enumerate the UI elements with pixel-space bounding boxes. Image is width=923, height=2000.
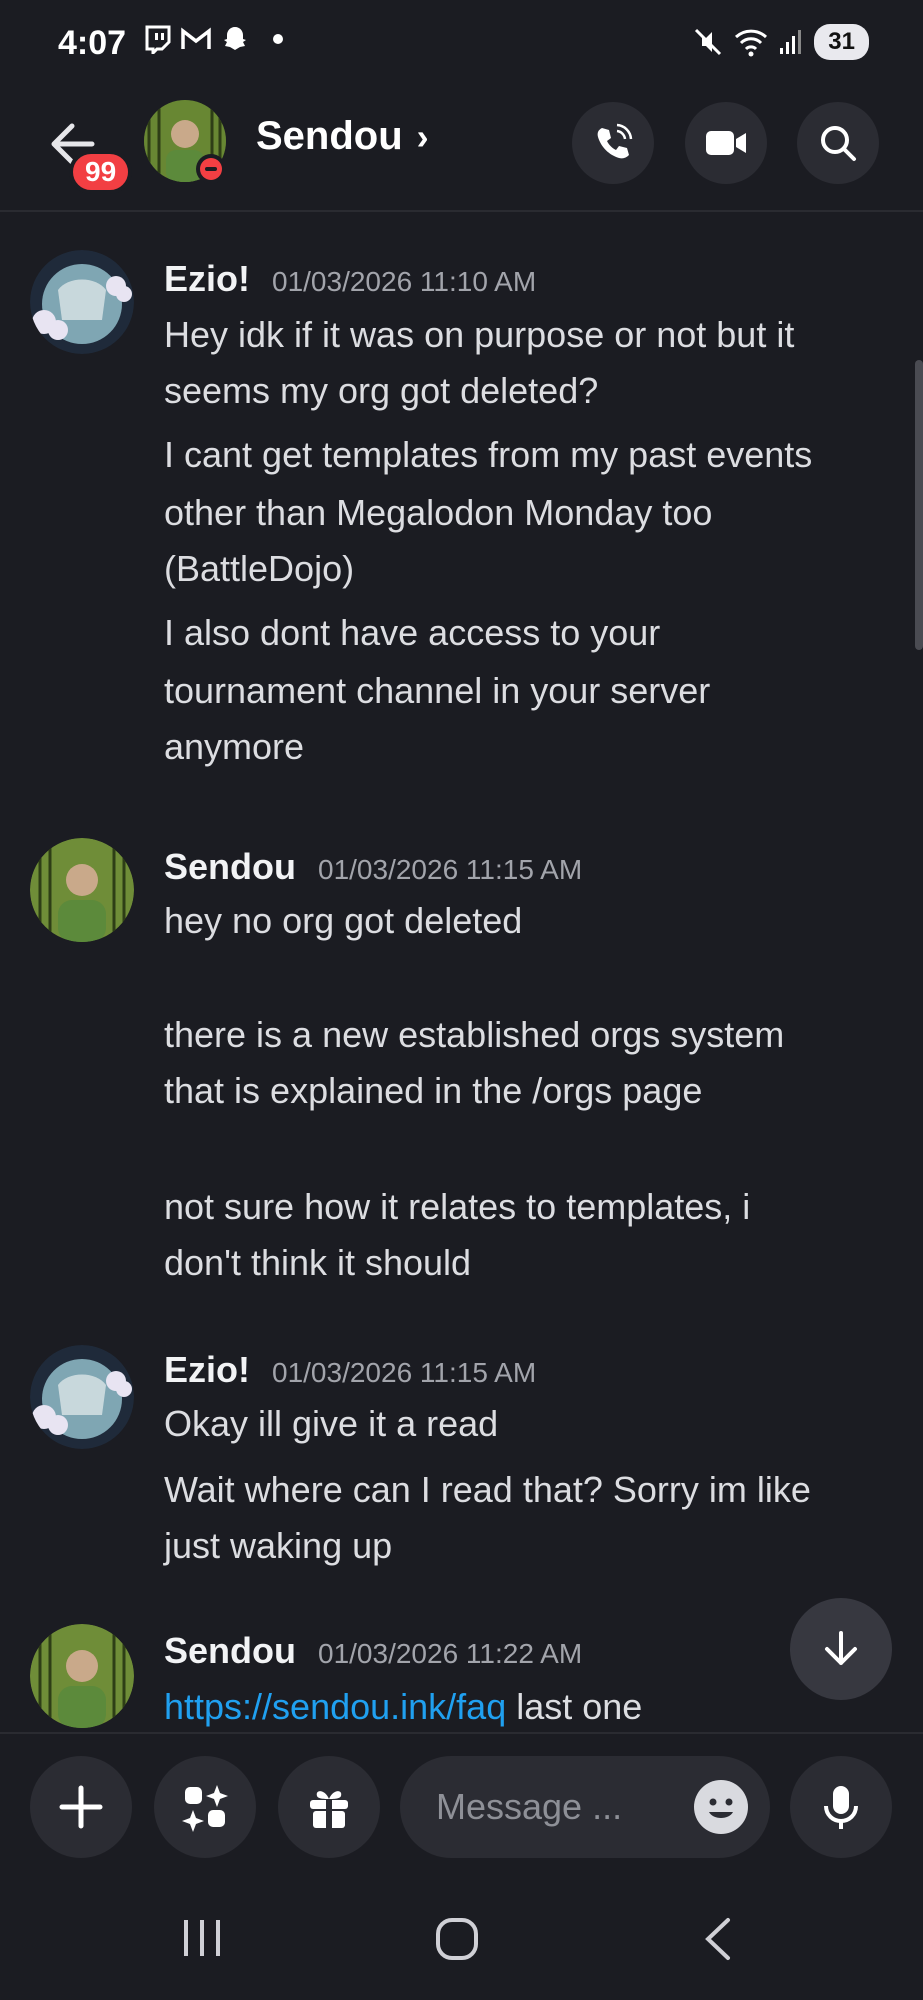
home-button[interactable] — [434, 1916, 480, 1967]
dnd-status-icon — [196, 154, 226, 184]
faq-link[interactable]: https://sendou.ink/faq — [164, 1686, 506, 1727]
gmail-icon — [180, 26, 212, 52]
plus-icon — [59, 1785, 103, 1829]
gift-icon — [310, 1791, 348, 1830]
avatar[interactable] — [30, 250, 134, 354]
system-nav-bar — [0, 1880, 923, 2000]
battery-icon: 31 — [814, 24, 869, 60]
message-timestamp: 01/03/2026 11:10 AM — [272, 266, 537, 297]
message-timestamp: 01/03/2026 11:15 AM — [318, 854, 583, 885]
page-title[interactable]: Sendou › — [256, 114, 429, 159]
avatar[interactable] — [30, 1345, 134, 1449]
system-icons: 31 — [692, 24, 869, 60]
emoji-icon — [695, 1781, 747, 1833]
message-text: tournament channel in your server — [164, 670, 711, 711]
recent-apps-button[interactable] — [180, 1916, 224, 1965]
gift-button[interactable] — [278, 1756, 380, 1858]
message-text: I cant get templates from my past events — [164, 434, 813, 475]
notification-icons — [142, 24, 284, 54]
message-author[interactable]: Ezio! — [164, 258, 250, 300]
message-text: Hey idk if it was on purpose or not but … — [164, 314, 795, 355]
message-timestamp: 01/03/2026 11:15 AM — [272, 1357, 537, 1388]
recent-apps-icon — [184, 1920, 220, 1956]
avatar[interactable] — [30, 1624, 134, 1728]
message-author[interactable]: Sendou — [164, 846, 296, 888]
chevron-right-icon: › — [416, 115, 429, 157]
home-icon — [436, 1918, 478, 1960]
message-input-placeholder: Message ... — [436, 1786, 623, 1827]
message-text: anymore — [164, 726, 305, 767]
chat-header: 99 Sendou › — [0, 92, 923, 212]
message-text-suffix: last one — [506, 1686, 643, 1727]
avatar[interactable] — [30, 838, 134, 942]
clock: 4:07 — [58, 24, 127, 62]
dot-icon — [272, 33, 284, 45]
message-text: seems my org got deleted? — [164, 370, 599, 411]
conversation-name: Sendou — [256, 114, 403, 158]
unread-badge: 99 — [69, 150, 133, 194]
apps-button[interactable] — [154, 1756, 256, 1858]
message-composer: Message ... — [0, 1732, 923, 1858]
message-author[interactable]: Ezio! — [164, 1349, 250, 1391]
message-text: hey no org got deleted — [164, 900, 523, 941]
message-text: there is a new established orgs system — [164, 1014, 785, 1055]
message-timestamp: 01/03/2026 11:22 AM — [318, 1638, 583, 1669]
message-text: not sure how it relates to templates, i — [164, 1186, 751, 1227]
emoji-button[interactable] — [694, 1780, 748, 1834]
mute-icon — [692, 26, 724, 58]
microphone-icon — [824, 1786, 858, 1829]
message-text: other than Megalodon Monday too — [164, 492, 713, 533]
wifi-icon — [734, 27, 768, 57]
search-icon — [821, 126, 856, 161]
voice-message-button[interactable] — [790, 1756, 892, 1858]
message-text: don't think it should — [164, 1242, 472, 1283]
video-call-icon — [706, 131, 746, 155]
snapchat-icon — [220, 24, 250, 54]
message-text: (BattleDojo) — [164, 548, 355, 589]
voice-call-button[interactable] — [572, 102, 654, 184]
attach-button[interactable] — [30, 1756, 132, 1858]
message-author[interactable]: Sendou — [164, 1630, 296, 1672]
arrow-down-icon — [825, 1631, 857, 1665]
twitch-icon — [142, 24, 172, 54]
message-text: Wait where can I read that? Sorry im lik… — [164, 1469, 811, 1510]
message-text: just waking up — [164, 1525, 393, 1566]
scrollbar[interactable] — [915, 360, 923, 650]
signal-icon — [778, 28, 804, 56]
apps-icon — [182, 1785, 228, 1832]
message-input[interactable]: Message ... — [400, 1756, 770, 1858]
video-call-button[interactable] — [685, 102, 767, 184]
status-bar: 4:07 31 — [0, 0, 923, 92]
message-text: that is explained in the /orgs page — [164, 1070, 703, 1111]
message-text: https://sendou.ink/faq last one — [164, 1678, 642, 1736]
search-button[interactable] — [797, 102, 879, 184]
message-text: I also dont have access to your — [164, 612, 661, 653]
voice-call-icon — [597, 123, 633, 159]
back-icon — [705, 1918, 730, 1960]
nav-back-button[interactable] — [700, 1916, 736, 1967]
message-text: Okay ill give it a read — [164, 1403, 499, 1444]
jump-to-bottom-button[interactable] — [790, 1598, 892, 1700]
